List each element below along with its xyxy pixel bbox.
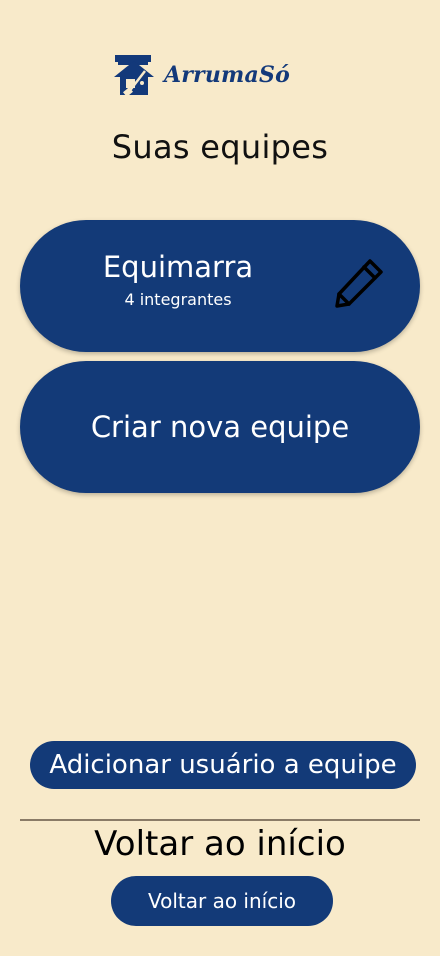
house-broom-icon [114,55,154,97]
edit-team-button[interactable] [330,254,388,312]
page-title: Suas equipes [111,128,329,166]
add-user-to-team-button[interactable]: Adicionar usuário a equipe [30,741,416,789]
pencil-icon [335,259,383,308]
team-name: Equimarra [102,250,254,284]
back-home-button[interactable]: Voltar ao início [111,876,333,926]
team-card-equimarra[interactable]: Equimarra 4 integrantes [20,220,420,352]
create-team-button[interactable]: Criar nova equipe [20,361,420,493]
divider [20,819,420,821]
back-home-heading: Voltar ao início [94,824,346,864]
logo-text: ArrumaSó [164,62,290,88]
team-member-count: 4 integrantes [124,290,232,309]
app-logo: ArrumaSó [112,52,318,98]
